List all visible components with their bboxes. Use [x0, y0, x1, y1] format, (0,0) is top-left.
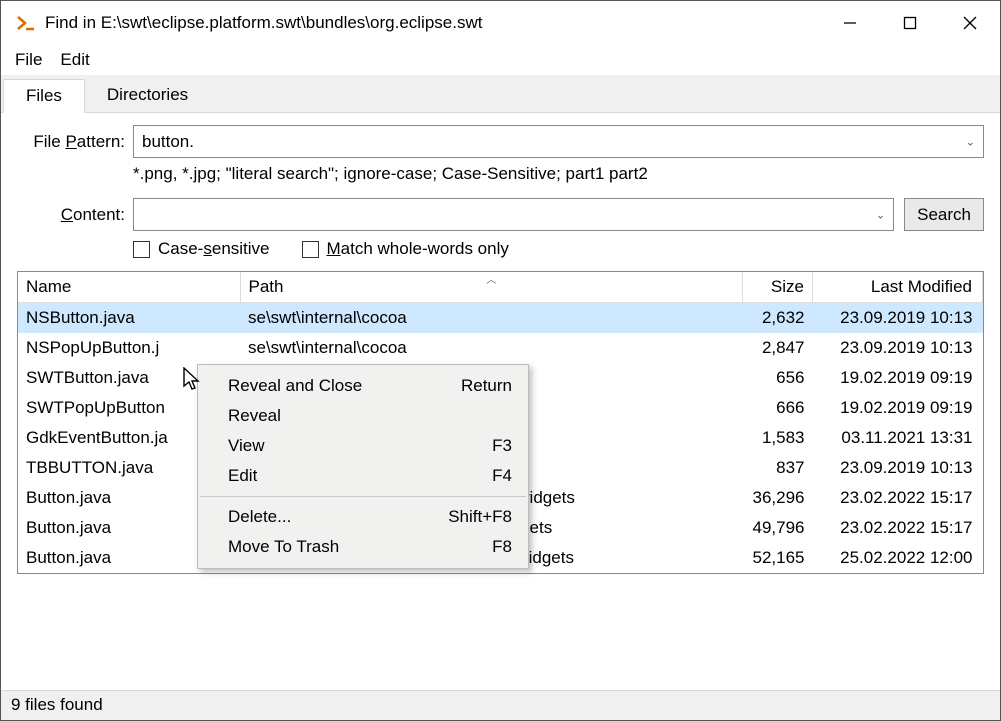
cell-size: 656 [743, 363, 813, 393]
menu-bar: File Edit [1, 45, 1000, 75]
cell-path: se\swt\internal\cocoa [240, 303, 743, 334]
search-form: File Pattern: button. ⌄ *.png, *.jpg; "l… [1, 113, 1000, 271]
menu-edit[interactable]: Edit [52, 48, 97, 72]
cell-size: 666 [743, 393, 813, 423]
cell-modified: 23.09.2019 10:13 [813, 453, 983, 483]
cell-size: 49,796 [743, 513, 813, 543]
window-title: Find in E:\swt\eclipse.platform.swt\bund… [45, 13, 820, 33]
menu-separator [200, 496, 526, 497]
cell-modified: 19.02.2019 09:19 [813, 363, 983, 393]
accel-text: Shift+F8 [448, 507, 512, 527]
cell-modified: 03.11.2021 13:31 [813, 423, 983, 453]
cell-size: 837 [743, 453, 813, 483]
cell-modified: 23.02.2022 15:17 [813, 513, 983, 543]
cell-modified: 19.02.2019 09:19 [813, 393, 983, 423]
cell-modified: 23.09.2019 10:13 [813, 303, 983, 334]
match-whole-words-checkbox[interactable]: Match whole-words only [302, 239, 509, 259]
cell-path: se\swt\internal\cocoa [240, 333, 743, 363]
menu-file[interactable]: File [7, 48, 50, 72]
app-icon [15, 12, 37, 34]
file-pattern-input[interactable]: button. ⌄ [133, 125, 984, 158]
menu-delete[interactable]: Delete... Shift+F8 [198, 502, 528, 532]
tab-directories[interactable]: Directories [85, 79, 210, 112]
maximize-button[interactable] [880, 1, 940, 45]
accel-text: F8 [492, 537, 512, 557]
sort-indicator-icon: ︿ [486, 271, 496, 286]
content-input[interactable]: ⌄ [133, 198, 894, 231]
cell-modified: 23.02.2022 15:17 [813, 483, 983, 513]
case-sensitive-label: Case-sensitive [158, 239, 270, 259]
cell-modified: 23.09.2019 10:13 [813, 333, 983, 363]
menu-move-to-trash[interactable]: Move To Trash F8 [198, 532, 528, 562]
accel-text: Return [461, 376, 512, 396]
cell-size: 36,296 [743, 483, 813, 513]
case-sensitive-checkbox[interactable]: Case-sensitive [133, 239, 270, 259]
chevron-down-icon[interactable]: ⌄ [966, 135, 975, 148]
context-menu: Reveal and Close Return Reveal View F3 E… [197, 364, 529, 569]
accel-text: F3 [492, 436, 512, 456]
tab-strip: Files Directories [1, 75, 1000, 113]
cell-name: NSButton.java [18, 303, 240, 334]
minimize-button[interactable] [820, 1, 880, 45]
cell-name: NSPopUpButton.j [18, 333, 240, 363]
status-bar: 9 files found [1, 690, 1000, 720]
column-name[interactable]: Name [18, 272, 240, 303]
file-pattern-hint: *.png, *.jpg; "literal search"; ignore-c… [17, 164, 984, 184]
checkbox-icon [302, 241, 319, 258]
match-whole-words-label: Match whole-words only [327, 239, 509, 259]
file-pattern-value: button. [142, 132, 194, 152]
menu-edit-item[interactable]: Edit F4 [198, 461, 528, 491]
checkbox-icon [133, 241, 150, 258]
cell-modified: 25.02.2022 12:00 [813, 543, 983, 573]
table-row[interactable]: NSButton.javase\swt\internal\cocoa2,6322… [18, 303, 983, 334]
column-modified[interactable]: Last Modified [813, 272, 983, 303]
column-size[interactable]: Size [743, 272, 813, 303]
file-pattern-label: File Pattern: [17, 132, 133, 152]
table-row[interactable]: NSPopUpButton.jse\swt\internal\cocoa2,84… [18, 333, 983, 363]
content-label: Content: [17, 205, 133, 225]
title-bar: Find in E:\swt\eclipse.platform.swt\bund… [1, 1, 1000, 45]
tab-files[interactable]: Files [3, 79, 85, 113]
column-path[interactable]: Path ︿ [240, 272, 743, 303]
chevron-down-icon[interactable]: ⌄ [876, 208, 885, 221]
search-button[interactable]: Search [904, 198, 984, 231]
cell-size: 2,632 [743, 303, 813, 334]
cell-size: 1,583 [743, 423, 813, 453]
menu-reveal[interactable]: Reveal [198, 401, 528, 431]
accel-text: F4 [492, 466, 512, 486]
table-header-row: Name Path ︿ Size Last Modified [18, 272, 983, 303]
cell-size: 52,165 [743, 543, 813, 573]
menu-reveal-and-close[interactable]: Reveal and Close Return [198, 371, 528, 401]
cell-size: 2,847 [743, 333, 813, 363]
menu-view[interactable]: View F3 [198, 431, 528, 461]
close-button[interactable] [940, 1, 1000, 45]
